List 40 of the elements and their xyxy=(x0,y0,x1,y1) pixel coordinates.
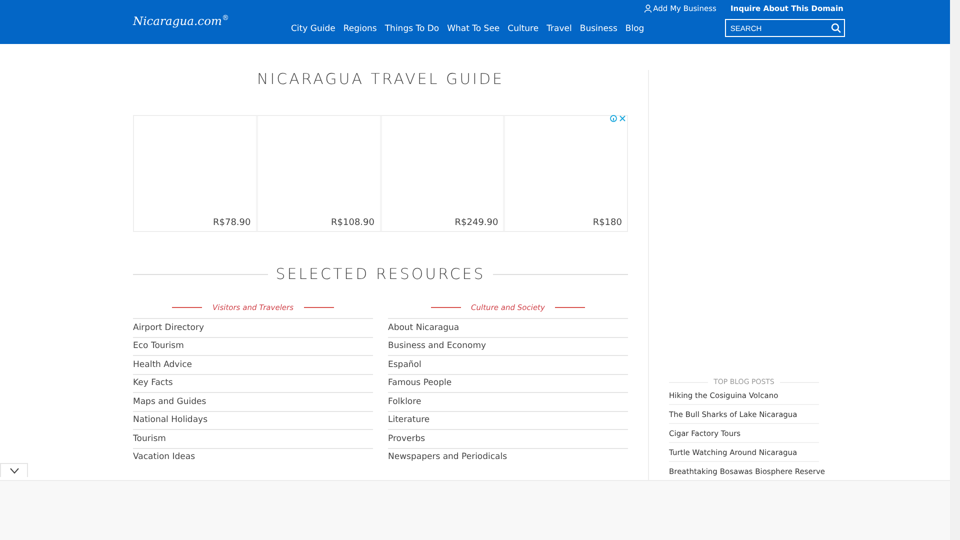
section-title: SELECTED RESOURCES xyxy=(276,265,486,283)
resource-link[interactable]: Literature xyxy=(388,415,430,426)
collapse-tab[interactable] xyxy=(0,463,28,477)
price-label: R$108.90 xyxy=(331,218,374,228)
chevron-down-icon xyxy=(10,468,18,474)
resource-link[interactable]: Key Facts xyxy=(133,378,173,388)
resource-link[interactable]: Tourism xyxy=(133,434,166,444)
page-title: NICARAGUA TRAVEL GUIDE xyxy=(256,70,506,88)
nav-link[interactable]: Culture xyxy=(508,24,539,34)
resource-link[interactable]: Airport Directory xyxy=(133,322,204,333)
ad-card[interactable]: R$108.90 xyxy=(258,116,380,231)
resource-link[interactable]: Health Advice xyxy=(133,360,192,370)
nav-link[interactable]: Regions xyxy=(343,24,377,34)
nav-link[interactable]: Travel xyxy=(546,24,572,34)
resource-link[interactable]: Maps and Guides xyxy=(133,396,206,407)
site-logo[interactable]: Nicaragua.com$^{®}$ xyxy=(133,14,291,28)
price-label: R$78.90 xyxy=(213,218,251,228)
nav-link[interactable]: Blog xyxy=(625,24,644,34)
resource-link[interactable]: Business and Economy xyxy=(388,341,486,352)
resource-link[interactable]: Famous People xyxy=(388,378,452,388)
resource-link[interactable]: National Holidays xyxy=(133,415,208,426)
search-icon xyxy=(831,23,842,33)
ad-card[interactable]: R$249.90 xyxy=(382,116,504,231)
resource-link[interactable]: Vacation Ideas xyxy=(133,452,195,462)
user-icon xyxy=(644,4,652,13)
ad-card[interactable]: R$180 xyxy=(505,116,627,231)
ad-info-icon[interactable] xyxy=(610,115,626,122)
resource-link[interactable]: Proverbs xyxy=(388,434,426,444)
nav-link[interactable]: Business xyxy=(580,24,618,34)
resource-link[interactable]: Newspapers and Periodicals xyxy=(388,452,508,462)
price-label: R$249.90 xyxy=(454,218,498,228)
resource-link[interactable]: About Nicaragua xyxy=(388,322,460,333)
resource-link[interactable]: Español xyxy=(388,360,422,370)
resource-link[interactable]: Folklore xyxy=(388,396,422,407)
price-label: R$180 xyxy=(592,218,622,228)
ad-card[interactable]: R$78.90 xyxy=(134,116,256,231)
nav-link[interactable]: Things To Do xyxy=(384,24,440,34)
resource-link[interactable]: Eco Tourism xyxy=(133,341,184,352)
nav-link[interactable]: What To See xyxy=(447,24,500,34)
nav-link[interactable]: City Guide xyxy=(291,24,336,34)
